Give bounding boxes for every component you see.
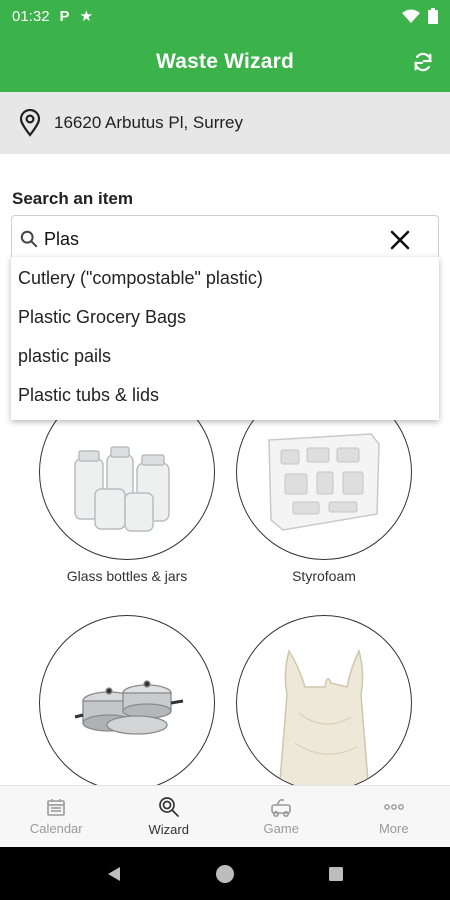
status-time: 01:32	[12, 7, 50, 25]
item-card-glass[interactable]: Glass bottles & jars	[39, 400, 215, 585]
clear-search-button[interactable]	[388, 228, 412, 252]
wizard-icon	[158, 797, 179, 817]
nav-label: Game	[263, 821, 299, 836]
items-grid: Glass bottles & jars Styrofoam	[0, 400, 450, 785]
item-image-circle[interactable]	[39, 615, 215, 785]
suggestion-item[interactable]: Cutlery ("compostable" plastic)	[11, 259, 439, 298]
status-bar: 01:32 P ★	[0, 0, 450, 32]
glass-jars-image	[74, 446, 170, 532]
app-title: Waste Wizard	[156, 50, 294, 73]
suggestion-item[interactable]: Plastic Grocery Bags	[11, 298, 439, 337]
wifi-icon	[402, 9, 420, 23]
refresh-button[interactable]	[410, 49, 436, 75]
plastic-bag-image	[278, 648, 370, 785]
item-image-circle[interactable]	[39, 400, 215, 560]
nav-label: Wizard	[148, 822, 189, 837]
nav-label: Calendar	[29, 821, 83, 836]
styrofoam-image	[268, 433, 380, 531]
search-label: Search an item	[12, 189, 133, 208]
calendar-icon	[47, 799, 66, 816]
pots-and-pans-image	[74, 680, 184, 735]
item-image-circle[interactable]	[236, 615, 412, 785]
recents-icon[interactable]	[327, 865, 345, 883]
parking-notification-icon: P	[59, 7, 70, 25]
item-label: Styrofoam	[292, 568, 356, 584]
bottom-navigation: Calendar Wizard Game More	[0, 785, 450, 847]
nav-calendar[interactable]: Calendar	[0, 786, 113, 847]
back-icon[interactable]	[105, 865, 123, 883]
nav-more[interactable]: More	[338, 786, 450, 847]
home-icon[interactable]	[214, 863, 236, 885]
item-card-plastic-bag[interactable]	[236, 615, 412, 785]
refresh-icon	[414, 52, 432, 72]
search-box[interactable]	[11, 215, 439, 263]
more-icon	[383, 804, 404, 810]
item-card-styrofoam[interactable]: Styrofoam	[236, 400, 412, 585]
app-bar: Waste Wizard	[0, 32, 450, 92]
item-label: Glass bottles & jars	[66, 568, 188, 584]
location-bar[interactable]: 16620 Arbutus Pl, Surrey	[0, 92, 450, 154]
game-icon	[271, 799, 292, 817]
suggestion-item[interactable]: plastic pails	[11, 337, 439, 376]
address-text: 16620 Arbutus Pl, Surrey	[54, 113, 244, 132]
location-pin-icon	[19, 109, 41, 137]
battery-icon	[428, 8, 438, 24]
item-card-pots[interactable]	[39, 615, 215, 785]
suggestion-item[interactable]: Plastic tubs & lids	[11, 376, 439, 415]
nav-game[interactable]: Game	[225, 786, 338, 847]
nav-label: More	[378, 821, 409, 836]
search-icon	[20, 230, 38, 248]
search-input[interactable]	[44, 228, 364, 250]
suggestions-dropdown: Cutlery ("compostable" plastic) Plastic …	[11, 257, 439, 420]
close-icon	[390, 230, 410, 250]
star-notification-icon: ★	[79, 8, 94, 25]
nav-wizard[interactable]: Wizard	[113, 786, 226, 847]
item-image-circle[interactable]	[236, 400, 412, 560]
system-navigation-bar	[0, 847, 450, 900]
